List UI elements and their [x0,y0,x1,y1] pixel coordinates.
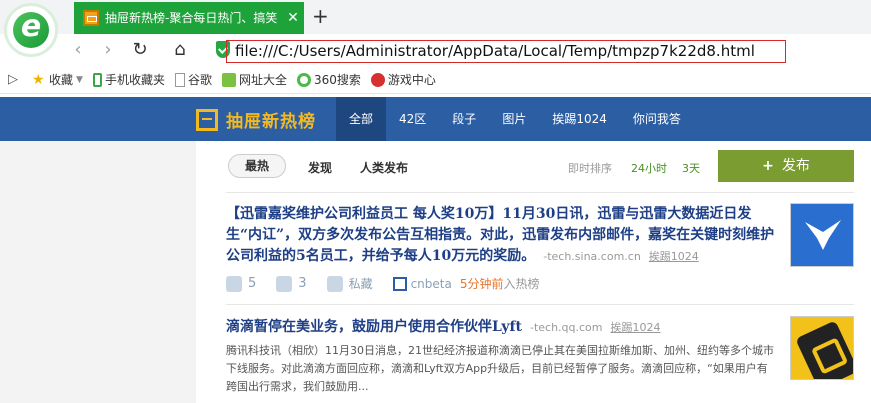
bookmark-360search[interactable]: 360搜索 [296,71,361,88]
nav-pictures[interactable]: 图片 [489,97,539,141]
news-summary: 腾讯科技讯（相欣）11月30日消息，21世纪经济报道称滴滴已停止其在美国拉斯维加… [226,344,774,393]
nav-42[interactable]: 42区 [386,97,439,141]
like-button[interactable]: 5 [226,275,256,292]
news-thumbnail[interactable] [790,316,854,380]
tab-strip: 抽屉新热榜-聚合每日热门、搞笑 ✕ + [0,0,871,34]
tab-discover[interactable]: 发现 [308,159,332,176]
phone-image-icon [795,320,853,379]
sub-nav: 最热 发现 人类发布 即时排序 24小时 3天 + 发布 [226,150,856,184]
tab-title: 抽屉新热榜-聚合每日热门、搞笑 [77,2,282,34]
address-bar[interactable]: file:///C:/Users/Administrator/AppData/L… [212,37,869,63]
private-save-button[interactable]: 私藏 [326,275,373,292]
tab-human-publish[interactable]: 人类发布 [360,159,408,176]
site-header: 抽屉新热榜 全部 42区 段子 图片 挨踢1024 你问我答 [0,97,871,141]
channel-link[interactable]: cnbeta [392,276,452,291]
news-item: 【迅雷嘉奖维护公司利益员工 每人奖10万】11月30日讯，迅雷与迅雷大数据近日发… [226,204,854,292]
game-icon [370,72,385,87]
home-icon[interactable]: ⌂ [168,38,192,62]
back-arrow-icon[interactable]: ‹ [66,38,90,62]
news-item: 滴滴暂停在美业务，鼓励用户使用合作伙伴Lyft -tech.qq.com 挨踢102… [226,317,854,396]
chevron-down-icon: ▼ [76,74,83,85]
nav-jokes[interactable]: 段子 [439,97,489,141]
divider [226,304,854,305]
news-title[interactable]: 滴滴暂停在美业务，鼓励用户使用合作伙伴Lyft -tech.qq.com 挨踢102… [226,317,784,338]
browser-tab[interactable]: 抽屉新热榜-聚合每日热门、搞笑 ✕ [74,2,304,34]
star-icon: ★ [32,71,45,88]
main-nav: 全部 42区 段子 图片 挨踢1024 你问我答 [336,97,694,141]
search360-icon [296,72,311,87]
bookmark-sites[interactable]: 网址大全 [221,71,287,88]
browser-toolbar: ‹ › ↻ ⌂ file:///C:/Users/Administrator/A… [0,34,871,66]
bookmark-google[interactable]: 谷歌 [174,71,212,88]
bookmarks-bar: ▷ ★ 收藏 ▼ 手机收藏夹 谷歌 网址大全 360搜索 游戏中心 [0,66,871,94]
heart-icon [326,275,343,292]
bookmark-mobile[interactable]: 手机收藏夹 [92,71,165,88]
hot-time: 5分钟前入热榜 [459,277,540,291]
reload-icon[interactable]: ↻ [128,38,152,62]
phone-icon [92,72,102,87]
site-favicon-icon [83,10,99,26]
close-tab-icon[interactable]: ✕ [282,2,304,34]
url-input[interactable]: file:///C:/Users/Administrator/AppData/L… [226,40,786,63]
news-source: -tech.sina.com.cn [543,250,641,263]
new-tab-button[interactable]: + [312,6,329,26]
comment-icon [276,275,293,292]
sort-realtime[interactable]: 即时排序 [568,160,612,176]
nav-all[interactable]: 全部 [336,97,387,141]
bookmark-favorites[interactable]: ★ 收藏 ▼ [32,71,83,88]
drawer-logo-icon [196,108,218,131]
plus-icon: + [762,158,774,174]
tab-hot[interactable]: 最热 [228,154,286,178]
sites-icon [221,72,236,87]
nav-it1024[interactable]: 挨踢1024 [539,97,620,141]
news-title[interactable]: 【迅雷嘉奖维护公司利益员工 每人奖10万】11月30日讯，迅雷与迅雷大数据近日发… [226,204,784,267]
nav-qa[interactable]: 你问我答 [620,97,694,141]
sort-3days[interactable]: 3天 [682,160,700,176]
page-icon [174,72,185,87]
publish-button[interactable]: + 发布 [718,150,854,182]
left-sidebar [0,141,196,403]
news-source: -tech.qq.com [529,321,603,334]
thumbs-up-icon [226,275,242,292]
news-author[interactable]: 挨踢1024 [611,321,661,334]
comment-button[interactable]: 3 [276,275,307,292]
news-meta: 5 3 私藏 cnbeta 5分钟前入热榜 [226,275,854,292]
channel-icon [392,276,407,291]
site-logo[interactable]: 抽屉新热榜 [196,107,316,132]
browser-logo-icon[interactable]: e [4,3,58,57]
sidebar-toggle-icon[interactable]: ▷ [8,72,18,87]
forward-arrow-icon[interactable]: › [96,38,120,62]
divider [226,192,854,193]
xunlei-bird-icon [805,220,841,250]
news-author[interactable]: 挨踢1024 [649,250,699,263]
sort-24h[interactable]: 24小时 [631,160,667,176]
bookmark-games[interactable]: 游戏中心 [370,71,436,88]
news-thumbnail[interactable] [790,203,854,267]
